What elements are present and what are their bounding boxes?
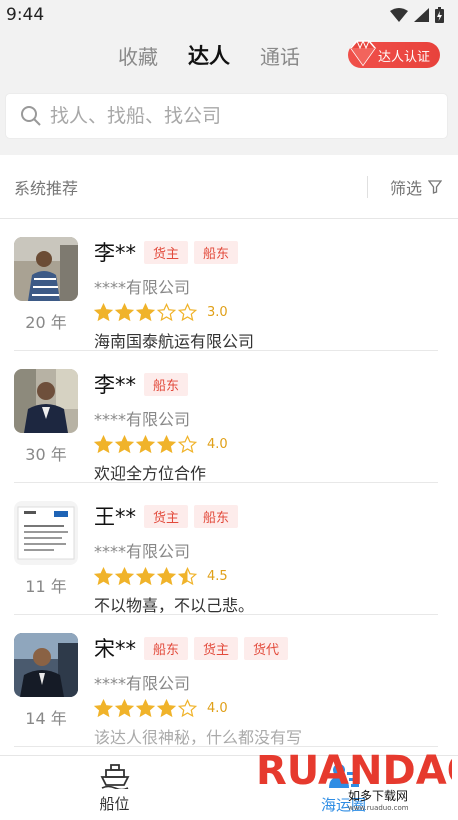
star-filled-icon xyxy=(94,435,113,454)
star-filled-icon xyxy=(136,567,155,586)
rating-score: 3.0 xyxy=(207,305,228,320)
expert-name: 王** xyxy=(94,505,136,529)
top-tab-bar: 收藏 达人 通话 达人认证 xyxy=(0,30,458,80)
expert-description: 海南国泰航运有限公司 xyxy=(94,332,255,351)
star-empty-icon xyxy=(157,303,176,322)
gem-icon xyxy=(350,39,376,67)
star-rating: 3.0 xyxy=(94,303,438,322)
star-filled-icon xyxy=(94,303,113,322)
avatar xyxy=(14,369,78,433)
company-name: ****有限公司 xyxy=(94,542,191,561)
star-filled-icon xyxy=(136,303,155,322)
expert-certification-button[interactable]: 达人认证 xyxy=(347,39,440,68)
star-empty-icon xyxy=(178,699,197,718)
system-recommend-label[interactable]: 系统推荐 xyxy=(14,175,78,199)
list-item[interactable]: 20 年 李** 货主 船东 ****有限公司 3.0 海南国泰航运有限公司 xyxy=(14,219,438,351)
star-filled-icon xyxy=(115,303,134,322)
star-rating: 4.0 xyxy=(94,435,438,454)
role-tag: 货主 xyxy=(194,636,239,660)
tab-experts[interactable]: 达人 xyxy=(188,40,230,70)
rating-score: 4.0 xyxy=(207,701,228,716)
avatar xyxy=(14,501,78,565)
role-tag: 船东 xyxy=(144,372,189,396)
years-label: 20 年 xyxy=(25,313,67,332)
company-name: ****有限公司 xyxy=(94,410,191,429)
years-label: 11 年 xyxy=(25,577,67,596)
star-rating: 4.0 xyxy=(94,699,438,718)
nav-label: 船位 xyxy=(99,794,130,813)
role-tag: 货主 xyxy=(144,504,189,528)
rating-score: 4.5 xyxy=(207,569,228,584)
years-label: 30 年 xyxy=(25,445,67,464)
role-tag: 货主 xyxy=(144,240,189,264)
avatar xyxy=(14,633,78,697)
tab-favorites[interactable]: 收藏 xyxy=(118,41,158,70)
signal-icon xyxy=(414,8,429,22)
star-filled-icon xyxy=(115,567,134,586)
ship-icon xyxy=(100,763,129,789)
star-filled-icon xyxy=(157,435,176,454)
search-bar[interactable] xyxy=(5,93,448,139)
star-empty-icon xyxy=(178,435,197,454)
rating-score: 4.0 xyxy=(207,437,228,452)
filter-button[interactable]: 筛选 xyxy=(366,175,442,198)
star-empty-icon xyxy=(178,303,197,322)
star-filled-icon xyxy=(136,435,155,454)
list-item[interactable]: 14 年 宋** 船东 货主 货代 ****有限公司 4.0 该达人很神秘，什么… xyxy=(14,615,438,747)
battery-icon xyxy=(435,7,444,23)
status-time: 9:44 xyxy=(6,5,45,25)
filter-label: 筛选 xyxy=(389,178,422,198)
expert-list: 20 年 李** 货主 船东 ****有限公司 3.0 海南国泰航运有限公司 3… xyxy=(0,219,458,747)
company-name: ****有限公司 xyxy=(94,278,191,297)
tab-calls[interactable]: 通话 xyxy=(260,41,300,70)
expert-description: 不以物喜，不以己悲。 xyxy=(94,596,255,615)
search-input[interactable] xyxy=(50,105,410,127)
filter-bar: 系统推荐 筛选 xyxy=(0,155,458,219)
cert-label: 达人认证 xyxy=(377,49,430,65)
watermark-brand: RUANDAO xyxy=(256,748,452,794)
role-tag: 货代 xyxy=(244,636,289,660)
list-item[interactable]: 30 年 李** 船东 ****有限公司 4.0 欢迎全方位合作 xyxy=(14,351,438,483)
wifi-icon xyxy=(390,8,408,22)
expert-name: 李** xyxy=(94,373,136,397)
role-tag: 船东 xyxy=(194,504,239,528)
star-filled-icon xyxy=(157,699,176,718)
watermark-sub: 如多下载网 xyxy=(348,788,408,803)
years-label: 14 年 xyxy=(25,709,67,728)
role-tag: 船东 xyxy=(194,240,239,264)
expert-name: 宋** xyxy=(94,637,136,661)
star-filled-icon xyxy=(115,699,134,718)
company-name: ****有限公司 xyxy=(94,674,191,693)
watermark-url: www.ruaduo.com xyxy=(348,804,409,812)
search-icon xyxy=(21,106,41,126)
nav-berth[interactable]: 船位 xyxy=(0,756,229,820)
list-item[interactable]: 11 年 王** 货主 船东 ****有限公司 4.5 不以物喜，不以己悲。 xyxy=(14,483,438,615)
star-filled-icon xyxy=(115,435,134,454)
role-tag: 船东 xyxy=(144,636,189,660)
avatar xyxy=(14,237,78,301)
expert-list-panel: 系统推荐 筛选 20 年 李** 货主 船东 ****有限公司 3.0 海南国泰… xyxy=(0,155,458,755)
expert-name: 李** xyxy=(94,241,136,265)
star-filled-icon xyxy=(136,699,155,718)
star-filled-icon xyxy=(157,567,176,586)
watermark-logo: RUANDAO 如多下载网 www.ruaduo.com xyxy=(256,748,452,812)
expert-description: 欢迎全方位合作 xyxy=(94,464,207,483)
star-half-icon xyxy=(178,567,197,586)
funnel-icon xyxy=(428,179,442,194)
status-bar: 9:44 xyxy=(0,0,458,30)
star-filled-icon xyxy=(94,699,113,718)
star-rating: 4.5 xyxy=(94,567,438,586)
star-filled-icon xyxy=(94,567,113,586)
